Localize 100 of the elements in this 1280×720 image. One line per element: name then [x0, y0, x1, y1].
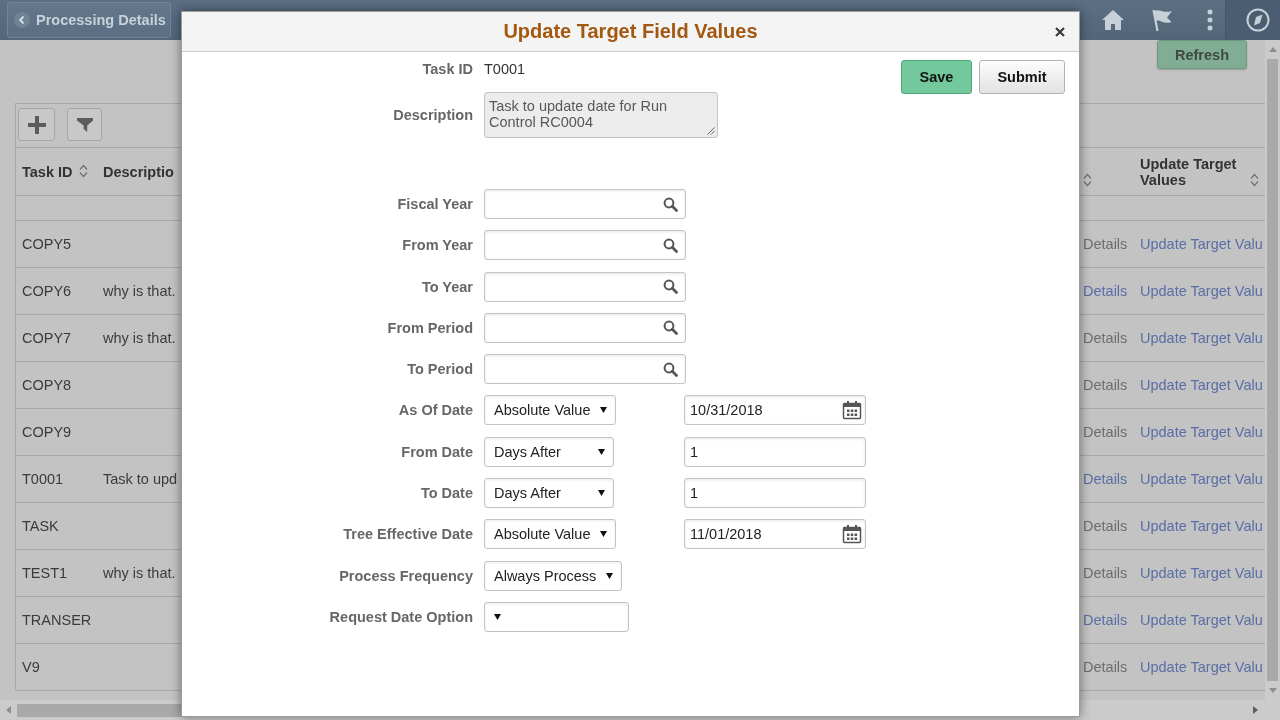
update-link[interactable]: Update Target Valu: [1140, 377, 1263, 393]
table-cell: why is that.: [103, 283, 176, 299]
back-button[interactable]: Processing Details: [7, 2, 171, 38]
lookup-field[interactable]: [484, 354, 686, 385]
date-field[interactable]: 11/01/2018: [684, 519, 866, 550]
table-cell: TRANSER: [22, 612, 92, 628]
field-label: From Period: [387, 319, 473, 336]
table-cell: why is that.: [103, 565, 176, 581]
table-cell: T0001: [22, 471, 64, 487]
update-link[interactable]: Update Target Valu: [1140, 424, 1263, 440]
update-link[interactable]: Update Target Valu: [1140, 565, 1263, 581]
chevron-left-icon: [14, 12, 30, 28]
calendar-icon[interactable]: [842, 524, 862, 545]
table-cell: Details: [1083, 565, 1128, 581]
input-field[interactable]: 1: [684, 436, 866, 467]
add-button[interactable]: [18, 108, 55, 141]
column-header: Update Target Values: [1140, 155, 1238, 188]
table-cell: COPY8: [22, 377, 72, 393]
field-label: From Date: [401, 443, 473, 460]
update-link[interactable]: Update Target Valu: [1140, 236, 1263, 252]
table-cell: TEST1: [22, 565, 68, 581]
field-label: Process Frequency: [339, 567, 473, 584]
compass-icon[interactable]: [1246, 8, 1270, 32]
details-link[interactable]: Details: [1083, 283, 1128, 299]
field-value: T0001: [484, 61, 526, 77]
field-label: Tree Effective Date: [343, 526, 473, 543]
filter-button[interactable]: [67, 108, 102, 141]
field-label: From Year: [402, 237, 473, 254]
dialog-title: Update Target Field Values: [503, 20, 758, 43]
table-cell: COPY6: [22, 283, 72, 299]
save-button[interactable]: Save: [901, 60, 972, 94]
table-cell: Details: [1083, 330, 1128, 346]
lookup-field[interactable]: [484, 230, 686, 261]
table-cell: Details: [1083, 236, 1128, 252]
plus-icon: [27, 115, 46, 134]
caret-icon: [598, 448, 605, 455]
submit-button[interactable]: Submit: [979, 60, 1065, 94]
search-icon[interactable]: [663, 320, 678, 336]
scroll-right-arrow-icon[interactable]: [1253, 706, 1258, 714]
refresh-button[interactable]: Refresh: [1157, 40, 1247, 69]
vertical-scrollbar[interactable]: [1265, 40, 1280, 700]
field-label: Fiscal Year: [397, 196, 473, 212]
table-cell: COPY9: [22, 424, 72, 440]
lookup-field[interactable]: [484, 271, 686, 302]
table-cell: Task to upd: [103, 471, 178, 487]
lookup-field[interactable]: [484, 312, 686, 343]
update-link[interactable]: Update Target Valu: [1140, 330, 1263, 346]
scroll-up-arrow-icon[interactable]: [1268, 47, 1277, 52]
caret-icon: [600, 531, 608, 538]
update-link[interactable]: Update Target Valu: [1140, 283, 1263, 299]
date-field[interactable]: 10/31/2018: [684, 395, 866, 426]
table-cell: Details: [1083, 377, 1128, 393]
dropdown[interactable]: Absolute Value: [484, 519, 617, 550]
table-cell: COPY7: [22, 330, 72, 346]
resize-grip-icon[interactable]: [707, 127, 715, 135]
scrollbar-thumb[interactable]: [1267, 59, 1278, 681]
table-cell: Details: [1083, 518, 1128, 534]
field-label: To Period: [407, 361, 473, 378]
table-cell: Details: [1083, 659, 1128, 675]
column-header: Task ID: [22, 163, 73, 180]
filter-icon: [76, 116, 93, 133]
table-cell: why is that.: [103, 330, 176, 346]
column-header: Descriptio: [103, 163, 174, 180]
calendar-icon[interactable]: [842, 400, 862, 421]
dropdown[interactable]: Always Process: [484, 560, 623, 591]
search-icon[interactable]: [663, 279, 678, 295]
field-label: Request Date Option: [329, 608, 473, 625]
field-label: To Year: [421, 278, 473, 295]
dropdown[interactable]: Days After: [484, 436, 614, 467]
flag-icon[interactable]: [1150, 8, 1174, 32]
search-icon[interactable]: [663, 196, 678, 212]
update-link[interactable]: Update Target Valu: [1140, 518, 1263, 534]
lookup-field[interactable]: [484, 189, 686, 219]
table-cell: TASK: [22, 518, 59, 534]
update-link[interactable]: Update Target Valu: [1140, 659, 1263, 675]
more-options-icon[interactable]: [1206, 8, 1214, 32]
update-link[interactable]: Update Target Valu: [1140, 471, 1263, 487]
sort-icon[interactable]: [1083, 173, 1092, 187]
field-label: Description: [393, 107, 473, 123]
sort-icon[interactable]: [1250, 172, 1259, 187]
search-icon[interactable]: [663, 361, 678, 377]
field-label: Task ID: [422, 61, 473, 77]
description-field[interactable]: Task to update date for Run Control RC0004: [484, 92, 718, 138]
table-cell: COPY5: [22, 236, 72, 252]
update-link[interactable]: Update Target Valu: [1140, 612, 1263, 628]
scroll-down-arrow-icon[interactable]: [1268, 688, 1277, 693]
caret-icon: [606, 572, 614, 579]
search-icon[interactable]: [663, 237, 678, 253]
dropdown[interactable]: Days After: [484, 478, 614, 509]
input-field[interactable]: 1: [684, 478, 866, 509]
table-cell: V9: [22, 659, 40, 675]
field-label: As Of Date: [398, 402, 473, 419]
details-link[interactable]: Details: [1083, 612, 1128, 628]
table-cell: Details: [1083, 424, 1128, 440]
home-icon[interactable]: [1101, 9, 1125, 31]
details-link[interactable]: Details: [1083, 471, 1128, 487]
sort-icon[interactable]: [78, 164, 88, 178]
close-icon[interactable]: [1055, 27, 1065, 37]
dropdown[interactable]: Absolute Value: [484, 395, 617, 426]
scroll-left-arrow-icon[interactable]: [6, 706, 11, 714]
